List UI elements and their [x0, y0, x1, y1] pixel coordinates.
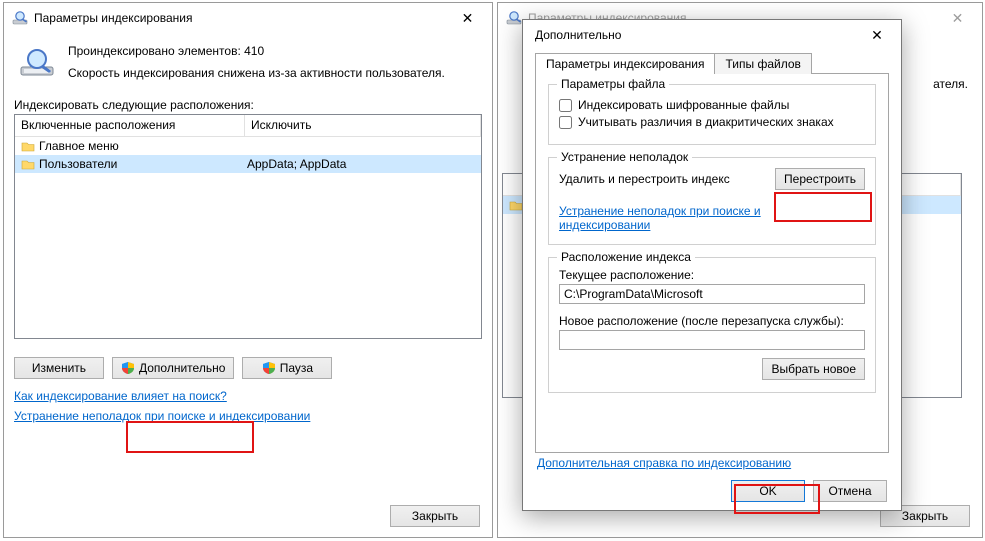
cancel-button[interactable]: Отмена: [813, 480, 887, 502]
close-icon[interactable]: ✕: [445, 4, 490, 32]
column-included[interactable]: Включенные расположения: [15, 115, 245, 137]
action-buttons: Изменить Дополнительно Пауза: [14, 357, 482, 379]
help-links: Как индексирование влияет на поиск? Устр…: [14, 389, 482, 423]
titlebar: Параметры индексирования ✕: [4, 3, 492, 33]
rebuild-button[interactable]: Перестроить: [775, 168, 865, 190]
pause-button[interactable]: Пауза: [242, 357, 332, 379]
checkbox-diacritics-input[interactable]: [559, 116, 572, 129]
list-item[interactable]: Пользователи AppData; AppData: [15, 155, 481, 173]
checkbox-encrypted-label: Индексировать шифрованные файлы: [578, 98, 789, 112]
checkbox-diacritics[interactable]: Учитывать различия в диакритических знак…: [559, 115, 865, 129]
row-excluded: AppData; AppData: [245, 157, 481, 171]
shield-icon: [121, 361, 135, 375]
tab-file-types[interactable]: Типы файлов: [714, 53, 811, 74]
group-legend: Расположение индекса: [557, 250, 695, 264]
group-troubleshoot: Устранение неполадок Удалить и перестрои…: [548, 157, 876, 245]
speed-peek: ателя.: [933, 77, 968, 91]
advanced-options-dialog: Дополнительно ✕ Параметры индексирования…: [522, 19, 902, 511]
close-icon[interactable]: ✕: [935, 4, 980, 32]
client-area: Проиндексировано элементов: 410 Скорость…: [4, 33, 492, 537]
indexed-count: Проиндексировано элементов: 410: [68, 41, 445, 63]
choose-new-button[interactable]: Выбрать новое: [762, 358, 865, 380]
advanced-button[interactable]: Дополнительно: [112, 357, 234, 379]
checkbox-diacritics-label: Учитывать различия в диакритических знак…: [578, 115, 834, 129]
group-file-settings: Параметры файла Индексировать шифрованны…: [548, 84, 876, 145]
current-location-label: Текущее расположение:: [559, 268, 865, 282]
row-name: Главное меню: [39, 139, 119, 153]
close-button[interactable]: Закрыть: [390, 505, 480, 527]
status-area: Проиндексировано элементов: 410 Скорость…: [18, 41, 482, 84]
indexing-icon: [12, 10, 28, 26]
folder-icon: [509, 199, 523, 211]
tabs: Параметры индексирования Типы файлов: [535, 52, 889, 73]
rebuild-description: Удалить и перестроить индекс: [559, 172, 730, 186]
locations-label: Индексировать следующие расположения:: [14, 98, 482, 112]
tab-panel: Параметры файла Индексировать шифрованны…: [535, 73, 889, 453]
dialog-title: Дополнительно: [535, 28, 857, 42]
group-legend: Устранение неполадок: [557, 150, 692, 164]
folder-icon: [21, 140, 35, 152]
row-name: Пользователи: [39, 157, 117, 171]
column-headers: Включенные расположения Исключить: [15, 115, 481, 137]
folder-icon: [21, 158, 35, 170]
indexing-large-icon: [18, 47, 58, 79]
new-location-label: Новое расположение (после перезапуска сл…: [559, 314, 865, 328]
list-item[interactable]: Главное меню: [15, 137, 481, 155]
pause-button-label: Пауза: [280, 361, 313, 375]
dialog-client: Параметры индексирования Типы файлов Пар…: [523, 50, 901, 510]
current-location-field: [559, 284, 865, 304]
troubleshoot-link[interactable]: Устранение неполадок при поиске и индекс…: [559, 204, 779, 232]
status-text: Проиндексировано элементов: 410 Скорость…: [68, 41, 445, 84]
tab-indexing-settings[interactable]: Параметры индексирования: [535, 53, 715, 74]
indexing-icon: [506, 10, 522, 26]
modify-button[interactable]: Изменить: [14, 357, 104, 379]
window-title: Параметры индексирования: [34, 11, 445, 25]
indexing-options-window: Параметры индексирования ✕ Проиндексиров…: [3, 2, 493, 538]
advanced-help-link[interactable]: Дополнительная справка по индексированию: [537, 456, 791, 470]
column-excluded[interactable]: Исключить: [245, 115, 481, 137]
highlight-advanced: [126, 421, 254, 453]
locations-listview[interactable]: Включенные расположения Исключить Главно…: [14, 114, 482, 339]
group-legend: Параметры файла: [557, 77, 669, 91]
new-location-field: [559, 330, 865, 350]
ok-button[interactable]: OK: [731, 480, 805, 502]
group-index-location: Расположение индекса Текущее расположени…: [548, 257, 876, 393]
how-affects-link[interactable]: Как индексирование влияет на поиск?: [14, 389, 227, 403]
troubleshoot-link[interactable]: Устранение неполадок при поиске и индекс…: [14, 409, 310, 423]
dialog-titlebar: Дополнительно ✕: [523, 20, 901, 50]
speed-status: Скорость индексирования снижена из-за ак…: [68, 63, 445, 85]
advanced-button-label: Дополнительно: [139, 361, 225, 375]
shield-icon: [262, 361, 276, 375]
dialog-buttons: OK Отмена: [731, 480, 887, 502]
close-icon[interactable]: ✕: [857, 22, 897, 48]
checkbox-encrypted[interactable]: Индексировать шифрованные файлы: [559, 98, 865, 112]
checkbox-encrypted-input[interactable]: [559, 99, 572, 112]
